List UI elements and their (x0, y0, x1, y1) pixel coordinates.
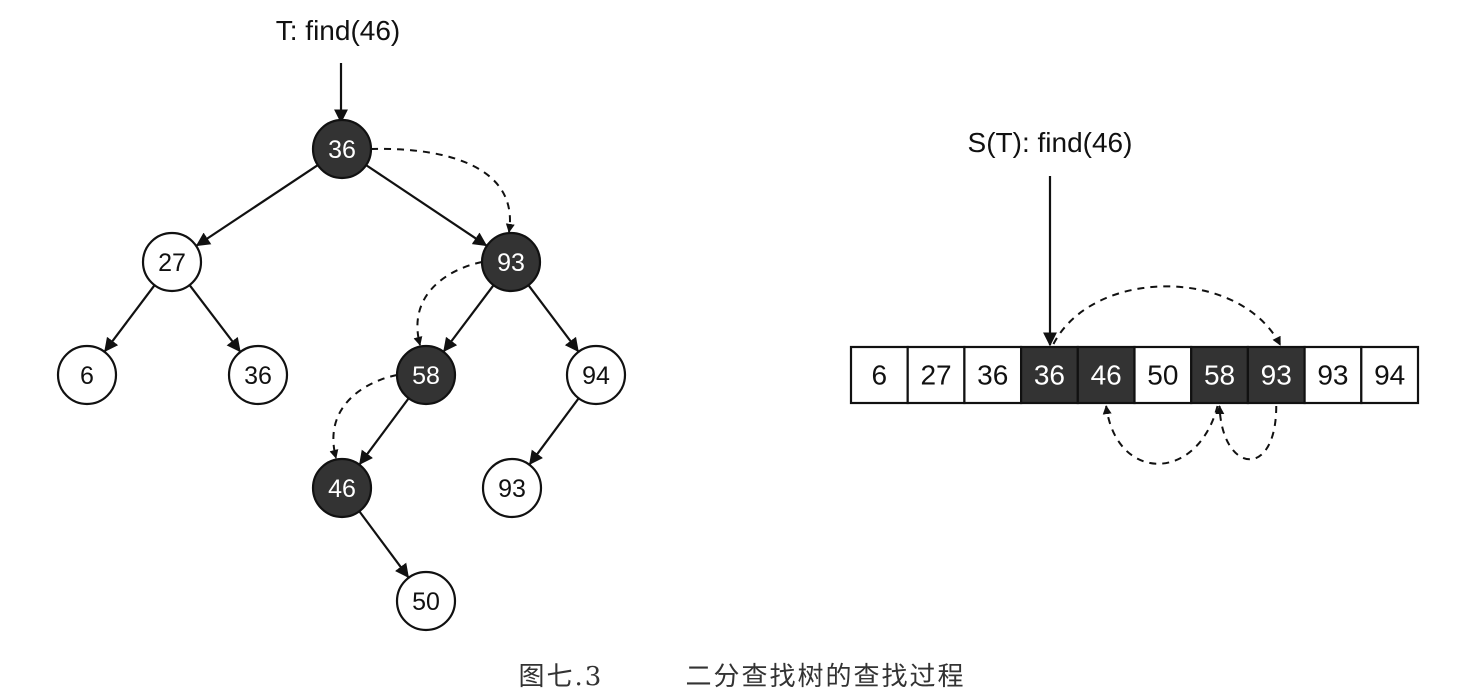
sequence-cell-value: 94 (1374, 360, 1405, 391)
tree-search-step-arrow (329, 374, 398, 459)
sequence-cell-value: 93 (1317, 360, 1348, 391)
tree-node: 58 (395, 344, 457, 406)
tree-search-step-arrow (370, 147, 515, 233)
tree-edge (195, 164, 319, 247)
tree-node: 6 (56, 344, 118, 406)
tree-node-value: 94 (582, 362, 610, 390)
tree-node: 94 (565, 344, 627, 406)
tree-node: 50 (395, 570, 457, 632)
tree-search-label: T: find(46) (276, 15, 401, 46)
sequence-cell: 36 (963, 345, 1023, 405)
tree-edge (365, 164, 488, 247)
tree-edge (529, 397, 580, 466)
sequence-cell: 93 (1246, 345, 1306, 405)
caption-title: 二分查找树的查找过程 (685, 662, 966, 692)
sequence-cell-value: 93 (1261, 360, 1292, 391)
tree-node: 46 (311, 457, 373, 519)
sequence-cell: 93 (1303, 345, 1363, 405)
tree-node-value: 50 (412, 588, 440, 616)
tree-node-value: 93 (497, 249, 525, 277)
tree-edge (358, 510, 409, 579)
tree-node-value: 36 (328, 136, 356, 164)
tree-search-path (329, 147, 515, 459)
tree-node-value: 58 (412, 362, 440, 390)
tree-edge (188, 284, 241, 353)
sequence-search-step-arrow (1102, 405, 1219, 465)
sequence-cell: 94 (1360, 345, 1420, 405)
tree-nodes: 36 27 93 6 36 58 94 46 93 50 (56, 118, 627, 632)
sequence-cell-value: 46 (1091, 360, 1122, 391)
sequence-cells: 6 27 36 36 46 50 58 93 93 94 (849, 345, 1420, 405)
sequence-cell: 50 (1133, 345, 1193, 405)
sequence-cell: 6 (849, 345, 909, 405)
sequence-cell: 46 (1076, 345, 1136, 405)
sequence-cell-value: 36 (1034, 360, 1065, 391)
sequence-cell-value: 58 (1204, 360, 1235, 391)
sequence-cell: 27 (906, 345, 966, 405)
tree-node: 36 (311, 118, 373, 180)
tree-node-value: 6 (80, 362, 94, 390)
tree-node-value: 36 (244, 362, 272, 390)
sequence-cell-value: 27 (920, 360, 951, 391)
tree-edge (443, 284, 495, 353)
figure-caption: 图七.3 二分查找树的查找过程 (0, 656, 1484, 693)
tree-edge (104, 284, 156, 353)
sequence-panel: S(T): find(46) 6 27 36 36 46 50 58 93 93 94 (849, 127, 1420, 465)
tree-panel: T: find(46) 36 27 93 6 36 58 94 46 93 50 (56, 15, 627, 632)
sequence-cell-value: 6 (872, 360, 888, 391)
tree-node: 27 (141, 231, 203, 293)
tree-node-value: 93 (498, 475, 526, 503)
tree-node-value: 46 (328, 475, 356, 503)
sequence-cell-value: 36 (977, 360, 1008, 391)
sequence-cell: 36 (1019, 345, 1079, 405)
tree-node: 93 (481, 457, 543, 519)
tree-edge (527, 284, 579, 353)
tree-search-step-arrow (413, 261, 483, 346)
sequence-search-step-arrow (1215, 405, 1278, 461)
sequence-cell: 58 (1190, 345, 1249, 405)
sequence-search-label: S(T): find(46) (968, 127, 1133, 158)
bst-search-figure: T: find(46) 36 27 93 6 36 58 94 46 93 50 S(T): fi… (56, 15, 1420, 632)
caption-figure-number: 图七.3 (518, 662, 604, 692)
sequence-cell-value: 50 (1147, 360, 1178, 391)
tree-node-value: 27 (158, 249, 186, 277)
tree-node: 36 (227, 344, 289, 406)
tree-edge (359, 397, 410, 466)
sequence-search-step-arrow (1052, 285, 1282, 346)
tree-node: 93 (480, 231, 542, 293)
